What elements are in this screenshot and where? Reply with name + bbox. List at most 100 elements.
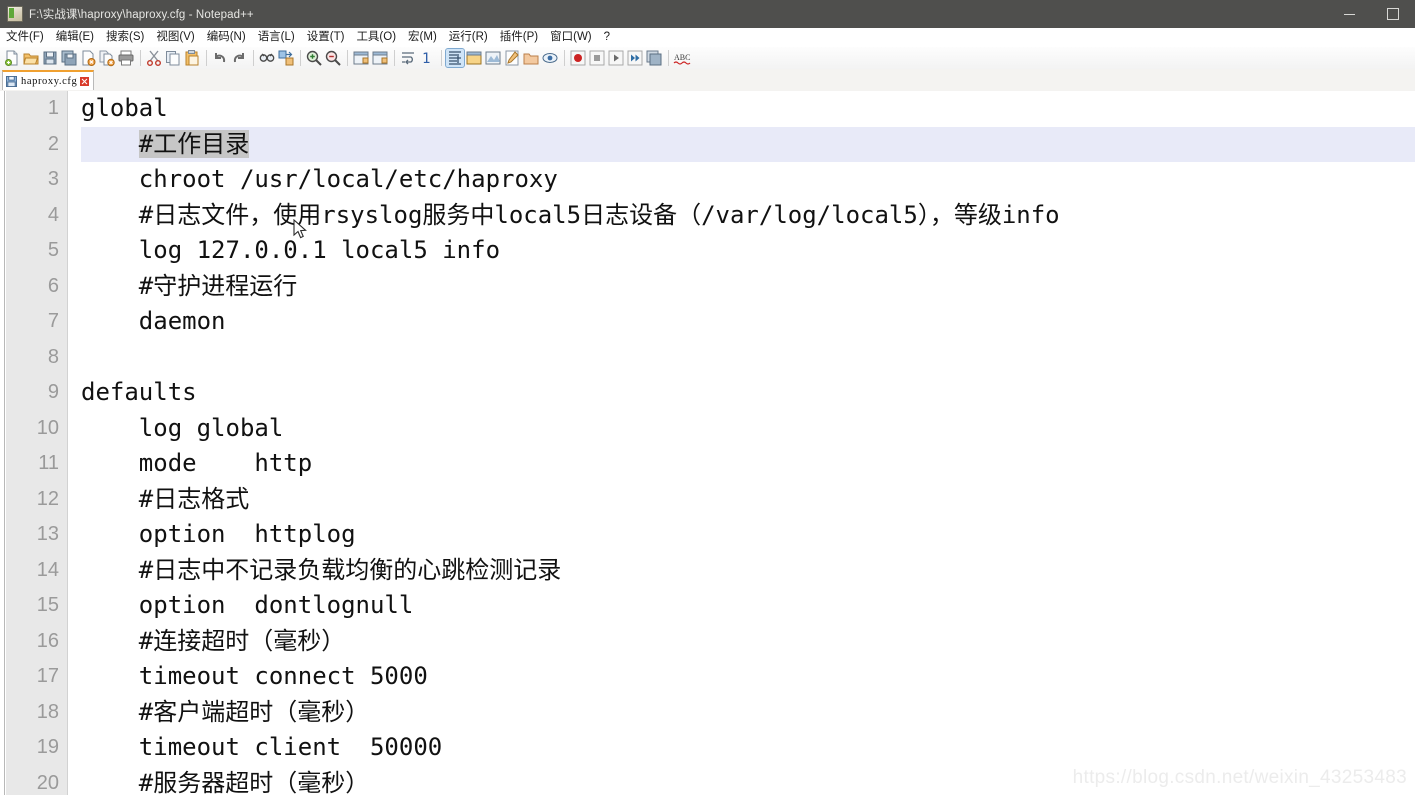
code-line[interactable]: #日志格式 (81, 482, 1415, 518)
line-number: 20 (36, 771, 59, 794)
menu-search[interactable]: 搜索(S) (100, 28, 150, 47)
minimize-button[interactable] (1327, 0, 1371, 28)
title-bar: F:\实战课\haproxy\haproxy.cfg - Notepad++ (0, 0, 1415, 28)
code-line[interactable]: timeout client 50000 (81, 730, 1415, 766)
zoom-in-icon[interactable] (305, 49, 323, 67)
print-icon[interactable] (117, 49, 135, 67)
svg-text:ABC: ABC (674, 53, 690, 62)
redo-icon[interactable] (230, 49, 248, 67)
menu-encoding[interactable]: 编码(N) (201, 28, 252, 47)
save-icon[interactable] (41, 49, 59, 67)
zoom-out-icon[interactable] (324, 49, 342, 67)
line-number: 18 (36, 700, 59, 723)
toolbar-separator (140, 50, 141, 66)
line-number: 9 (47, 381, 59, 403)
line-number: 5 (47, 239, 59, 261)
code-line[interactable]: option dontlognull (81, 588, 1415, 624)
close-tab-icon[interactable] (80, 76, 90, 86)
line-number: 8 (47, 345, 59, 368)
line-number: 13 (36, 523, 59, 545)
spell-check-icon[interactable]: ABC (673, 49, 691, 67)
line-number: 1 (47, 97, 59, 119)
menu-file[interactable]: 文件(F) (0, 28, 50, 47)
menu-tools[interactable]: 工具(O) (350, 28, 402, 47)
code-line[interactable]: defaults (81, 375, 1415, 411)
line-number: 15 (36, 594, 59, 616)
menu-window[interactable]: 窗口(W) (544, 28, 598, 47)
code-line[interactable]: log global (81, 411, 1415, 447)
paste-icon[interactable] (183, 49, 201, 67)
close-all-icon[interactable] (98, 49, 116, 67)
bookmark-margin[interactable] (0, 91, 5, 795)
show-document-map-icon[interactable] (484, 49, 502, 67)
show-folder-panel-icon[interactable] (522, 49, 540, 67)
sync-vertical-scroll-icon[interactable] (352, 49, 370, 67)
selected-text[interactable]: #工作目录 (138, 129, 250, 158)
line-number: 4 (47, 203, 59, 226)
menu-plugins[interactable]: 插件(P) (494, 28, 544, 47)
replace-icon[interactable] (277, 49, 295, 67)
menu-settings[interactable]: 设置(T) (301, 28, 351, 47)
show-function-list-icon[interactable] (503, 49, 521, 67)
notepad-plus-plus-icon (7, 6, 23, 22)
toolbar-separator (441, 50, 442, 66)
code-line[interactable] (81, 340, 1415, 376)
line-number: 19 (36, 736, 59, 758)
code-line[interactable]: log 127.0.0.1 local5 info (81, 233, 1415, 269)
save-blue-icon (6, 75, 17, 87)
menu-macro[interactable]: 宏(M) (402, 28, 443, 47)
menu-help[interactable]: ? (598, 28, 616, 47)
code-line[interactable]: option httplog (81, 517, 1415, 553)
watermark-text: https://blog.csdn.net/weixin_43253483 (1072, 767, 1407, 788)
monitoring-icon[interactable] (541, 49, 559, 67)
code-line[interactable]: #日志中不记录负载均衡的心跳检测记录 (81, 553, 1415, 589)
maximize-button[interactable] (1371, 0, 1415, 28)
code-line[interactable]: timeout connect 5000 (81, 659, 1415, 695)
line-number: 3 (47, 168, 59, 190)
show-all-chars-icon[interactable]: 1 (418, 49, 436, 67)
editor-area[interactable]: 1 2 3 4 5 6 7 8 9 10 11 12 13 14 15 16 17 18 19 20 global #… (0, 91, 1415, 795)
cut-icon[interactable] (145, 49, 163, 67)
record-macro-icon[interactable] (569, 49, 587, 67)
copy-icon[interactable] (164, 49, 182, 67)
line-number: 2 (47, 132, 59, 155)
code-line[interactable]: #工作目录 (81, 126, 1415, 162)
run-macro-multiple-icon[interactable] (626, 49, 644, 67)
toolbar-separator (300, 50, 301, 66)
menu-view[interactable]: 视图(V) (150, 28, 200, 47)
code-line[interactable]: #日志文件，使用rsyslog服务中local5日志设备（/var/log/lo… (81, 198, 1415, 234)
find-icon[interactable] (258, 49, 276, 67)
notepadpp-window: F:\实战课\haproxy\haproxy.cfg - Notepad++ 文… (0, 0, 1415, 795)
line-number: 12 (36, 487, 59, 510)
code-line[interactable]: global (81, 91, 1415, 127)
indent-guide-icon[interactable] (445, 48, 465, 68)
undo-icon[interactable] (211, 49, 229, 67)
code-line[interactable]: chroot /usr/local/etc/haproxy (81, 162, 1415, 198)
save-macro-icon[interactable] (645, 49, 663, 67)
line-number-gutter: 1 2 3 4 5 6 7 8 9 10 11 12 13 14 15 16 17 18 19 20 (6, 91, 68, 795)
close-file-icon[interactable] (79, 49, 97, 67)
play-macro-icon[interactable] (607, 49, 625, 67)
new-file-icon[interactable] (3, 49, 21, 67)
tab-bar: haproxy.cfg (0, 69, 1415, 92)
code-line[interactable]: mode http (81, 446, 1415, 482)
user-defined-dialog-icon[interactable] (465, 49, 483, 67)
code-line[interactable]: #连接超时（毫秒） (81, 624, 1415, 660)
stop-macro-icon[interactable] (588, 49, 606, 67)
menu-edit[interactable]: 编辑(E) (50, 28, 100, 47)
code-line[interactable]: #客户端超时（毫秒） (81, 695, 1415, 731)
menu-run[interactable]: 运行(R) (443, 28, 494, 47)
tab-haproxy-cfg[interactable]: haproxy.cfg (2, 70, 95, 90)
menu-language[interactable]: 语言(L) (252, 28, 301, 47)
sync-horizontal-scroll-icon[interactable] (371, 49, 389, 67)
code-viewport[interactable]: global #工作目录 chroot /usr/local/etc/hapro… (69, 91, 1415, 795)
save-all-icon[interactable] (60, 49, 78, 67)
word-wrap-icon[interactable] (399, 49, 417, 67)
line-number: 6 (47, 274, 59, 297)
window-title: F:\实战课\haproxy\haproxy.cfg - Notepad++ (29, 9, 254, 21)
open-file-icon[interactable] (22, 49, 40, 67)
code-line[interactable]: daemon (81, 304, 1415, 340)
code-line[interactable]: #守护进程运行 (81, 269, 1415, 305)
line-number: 10 (36, 416, 59, 439)
